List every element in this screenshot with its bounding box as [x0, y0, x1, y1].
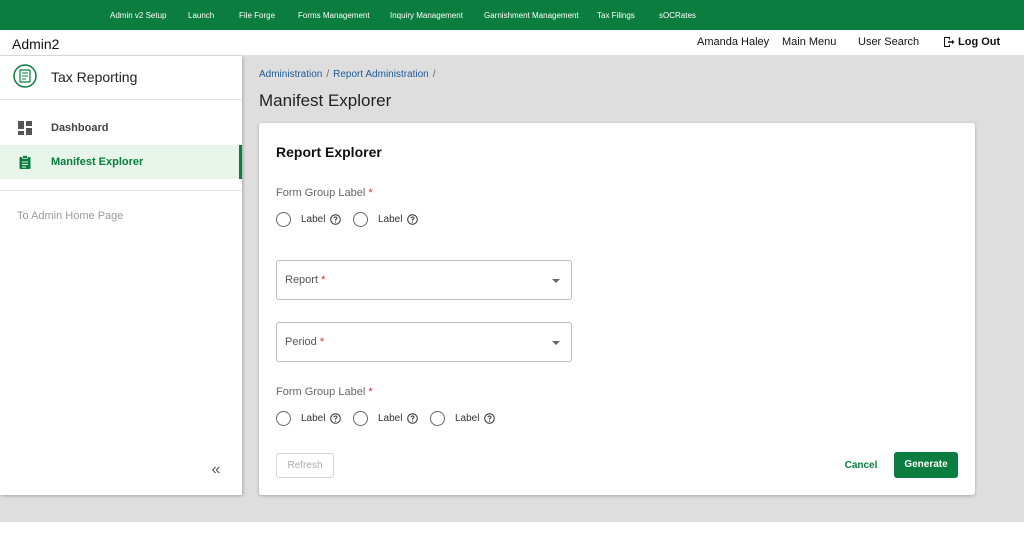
period-select[interactable]: Period *	[276, 322, 572, 362]
nav-launch[interactable]: Launch	[188, 0, 214, 30]
form-group-label-1: Form Group Label *	[276, 187, 373, 199]
radio-label: Label	[301, 214, 326, 225]
tax-reporting-logo-icon	[13, 64, 37, 88]
help-icon[interactable]	[484, 413, 495, 424]
user-search-link[interactable]: User Search	[858, 36, 919, 48]
report-select-text: Report	[285, 274, 319, 286]
form-group-label-2: Form Group Label *	[276, 386, 373, 398]
refresh-button[interactable]: Refresh	[276, 453, 334, 478]
top-navigation-bar: Admin v2 Setup Launch File Forge Forms M…	[0, 0, 1024, 30]
form-group-label-text: Form Group Label	[276, 187, 366, 199]
page-title: Manifest Explorer	[259, 91, 392, 110]
sidebar-divider	[0, 99, 242, 100]
sidebar-divider	[0, 190, 242, 191]
radio-circle[interactable]	[276, 212, 291, 227]
report-explorer-card: Report Explorer Form Group Label * Label…	[259, 123, 975, 495]
form-group-label-text: Form Group Label	[276, 386, 366, 398]
help-icon[interactable]	[407, 413, 418, 424]
report-select[interactable]: Report *	[276, 260, 572, 300]
nav-forms-management[interactable]: Forms Management	[298, 0, 370, 30]
breadcrumb: Administration / Report Administration /	[259, 69, 440, 80]
sidebar-item-dashboard[interactable]: Dashboard	[0, 111, 242, 145]
radio-label: Label	[301, 413, 326, 424]
brand-name[interactable]: Admin2	[12, 36, 59, 52]
card-title: Report Explorer	[276, 144, 382, 160]
sidebar: Tax Reporting Dashboard Manifest Explore…	[0, 56, 242, 495]
required-marker: *	[319, 336, 325, 348]
required-marker: *	[368, 386, 373, 398]
app-title: Tax Reporting	[51, 69, 138, 85]
help-icon[interactable]	[330, 214, 341, 225]
nav-garnishment-management[interactable]: Garnishment Management	[484, 0, 579, 30]
sidebar-item-label: Manifest Explorer	[51, 156, 144, 168]
period-select-text: Period	[285, 336, 317, 348]
main-menu-link[interactable]: Main Menu	[782, 36, 836, 48]
report-select-label: Report *	[285, 274, 325, 286]
user-name[interactable]: Amanda Haley	[697, 36, 769, 48]
radio-circle[interactable]	[276, 411, 291, 426]
chevron-down-icon[interactable]	[552, 279, 560, 283]
nav-admin-v2-setup[interactable]: Admin v2 Setup	[110, 0, 166, 30]
required-marker: *	[321, 274, 326, 286]
chevron-down-icon[interactable]	[552, 341, 560, 345]
nav-socrates[interactable]: sOCRates	[659, 0, 696, 30]
help-icon[interactable]	[330, 413, 341, 424]
sidebar-item-label: Dashboard	[51, 122, 109, 134]
sidebar-item-manifest-explorer[interactable]: Manifest Explorer	[0, 145, 242, 179]
admin-home-link[interactable]: To Admin Home Page	[17, 210, 123, 222]
generate-button[interactable]: Generate	[894, 452, 958, 478]
radio-circle[interactable]	[430, 411, 445, 426]
help-icon[interactable]	[407, 214, 418, 225]
dashboard-icon	[18, 121, 32, 135]
app-header: Admin2 Amanda Haley Main Menu User Searc…	[0, 30, 1024, 56]
logout-icon[interactable]	[943, 36, 955, 48]
nav-tax-filings[interactable]: Tax Filings	[597, 0, 635, 30]
nav-file-forge[interactable]: File Forge	[239, 0, 275, 30]
nav-inquiry-management[interactable]: Inquiry Management	[390, 0, 463, 30]
required-marker: *	[368, 187, 373, 199]
radio-circle[interactable]	[353, 411, 368, 426]
clipboard-icon	[19, 155, 31, 169]
period-select-label: Period *	[285, 336, 324, 348]
collapse-sidebar-button[interactable]: «	[206, 461, 226, 479]
radio-label: Label	[455, 413, 480, 424]
breadcrumb-separator: /	[432, 69, 436, 80]
radio-label: Label	[378, 413, 403, 424]
logout-link[interactable]: Log Out	[958, 36, 1000, 48]
radio-circle[interactable]	[353, 212, 368, 227]
breadcrumb-administration[interactable]: Administration	[259, 69, 322, 80]
radio-label: Label	[378, 214, 403, 225]
cancel-button[interactable]: Cancel	[839, 453, 883, 478]
breadcrumb-report-administration[interactable]: Report Administration	[333, 69, 429, 80]
breadcrumb-separator: /	[326, 69, 330, 80]
